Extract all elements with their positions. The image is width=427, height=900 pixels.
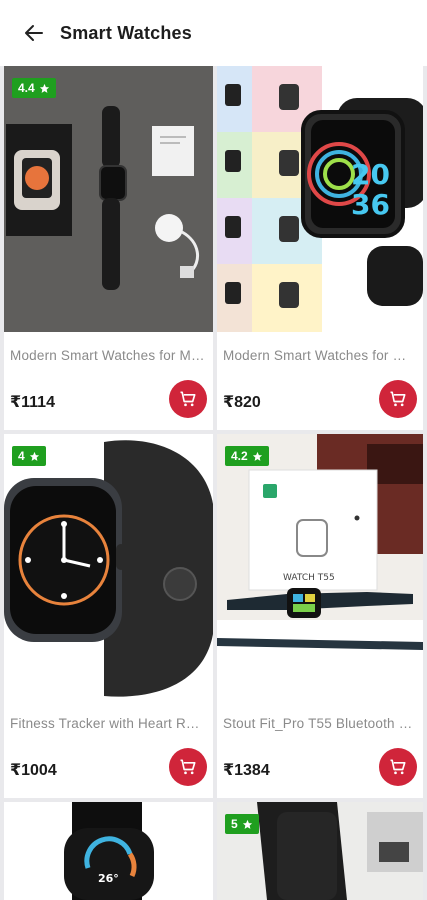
product-name[interactable]: Stout Fit_Pro T55 Bluetooth Watch [223,716,415,731]
app-header: Smart Watches [0,0,427,66]
product-price: ₹1004 [10,762,57,779]
product-price: ₹1384 [223,762,270,779]
product-image[interactable]: 26° [4,802,213,900]
page-title: Smart Watches [60,22,192,43]
product-name[interactable]: Fitness Tracker with Heart Rate [10,716,205,731]
product-card[interactable]: WATCH T55 4.2 Stout Fit_Pro T55 Bluetoot… [217,434,423,798]
add-to-cart-button[interactable] [379,380,417,418]
product-card[interactable]: 20 36 Modern Smart Watches for Women ₹82… [217,66,423,430]
cart-icon [390,391,406,407]
add-to-cart-button[interactable] [169,380,207,418]
star-icon [252,451,262,461]
product-price: ₹1114 [10,394,55,411]
product-name[interactable]: Modern Smart Watches for Men [10,348,205,363]
product-card[interactable]: 5 [217,802,423,900]
rating-value: 5 [231,817,238,831]
rating-value: 4.2 [231,449,248,463]
product-card[interactable]: 26° [4,802,213,900]
cart-icon [180,759,196,775]
svg-text:WATCH T55: WATCH T55 [283,573,335,583]
rating-badge: 4.2 [225,446,269,466]
svg-text:26°: 26° [98,872,119,885]
svg-text:20: 20 [351,158,390,191]
product-grid: 4.4 Modern Smart Watches for Men ₹1114 2… [0,66,427,900]
product-image[interactable]: WATCH T55 [217,434,423,700]
star-icon [29,451,39,461]
back-arrow-icon [25,25,43,41]
rating-value: 4.4 [18,81,35,95]
rating-badge: 4 [12,446,46,466]
add-to-cart-button[interactable] [169,748,207,786]
rating-badge: 4.4 [12,78,56,98]
star-icon [39,83,49,93]
svg-text:36: 36 [351,188,390,221]
product-card[interactable]: 4.4 Modern Smart Watches for Men ₹1114 [4,66,213,430]
cart-icon [180,391,196,407]
back-button[interactable] [20,19,48,47]
product-price: ₹820 [223,394,261,411]
product-card[interactable]: 4 Fitness Tracker with Heart Rate ₹1004 [4,434,213,798]
product-name[interactable]: Modern Smart Watches for Women [223,348,415,363]
product-image[interactable] [4,434,213,700]
product-image[interactable]: 20 36 [217,66,423,332]
add-to-cart-button[interactable] [379,748,417,786]
cart-icon [390,759,406,775]
rating-value: 4 [18,449,25,463]
rating-badge: 5 [225,814,259,834]
star-icon [242,819,252,829]
product-image[interactable] [4,66,213,332]
